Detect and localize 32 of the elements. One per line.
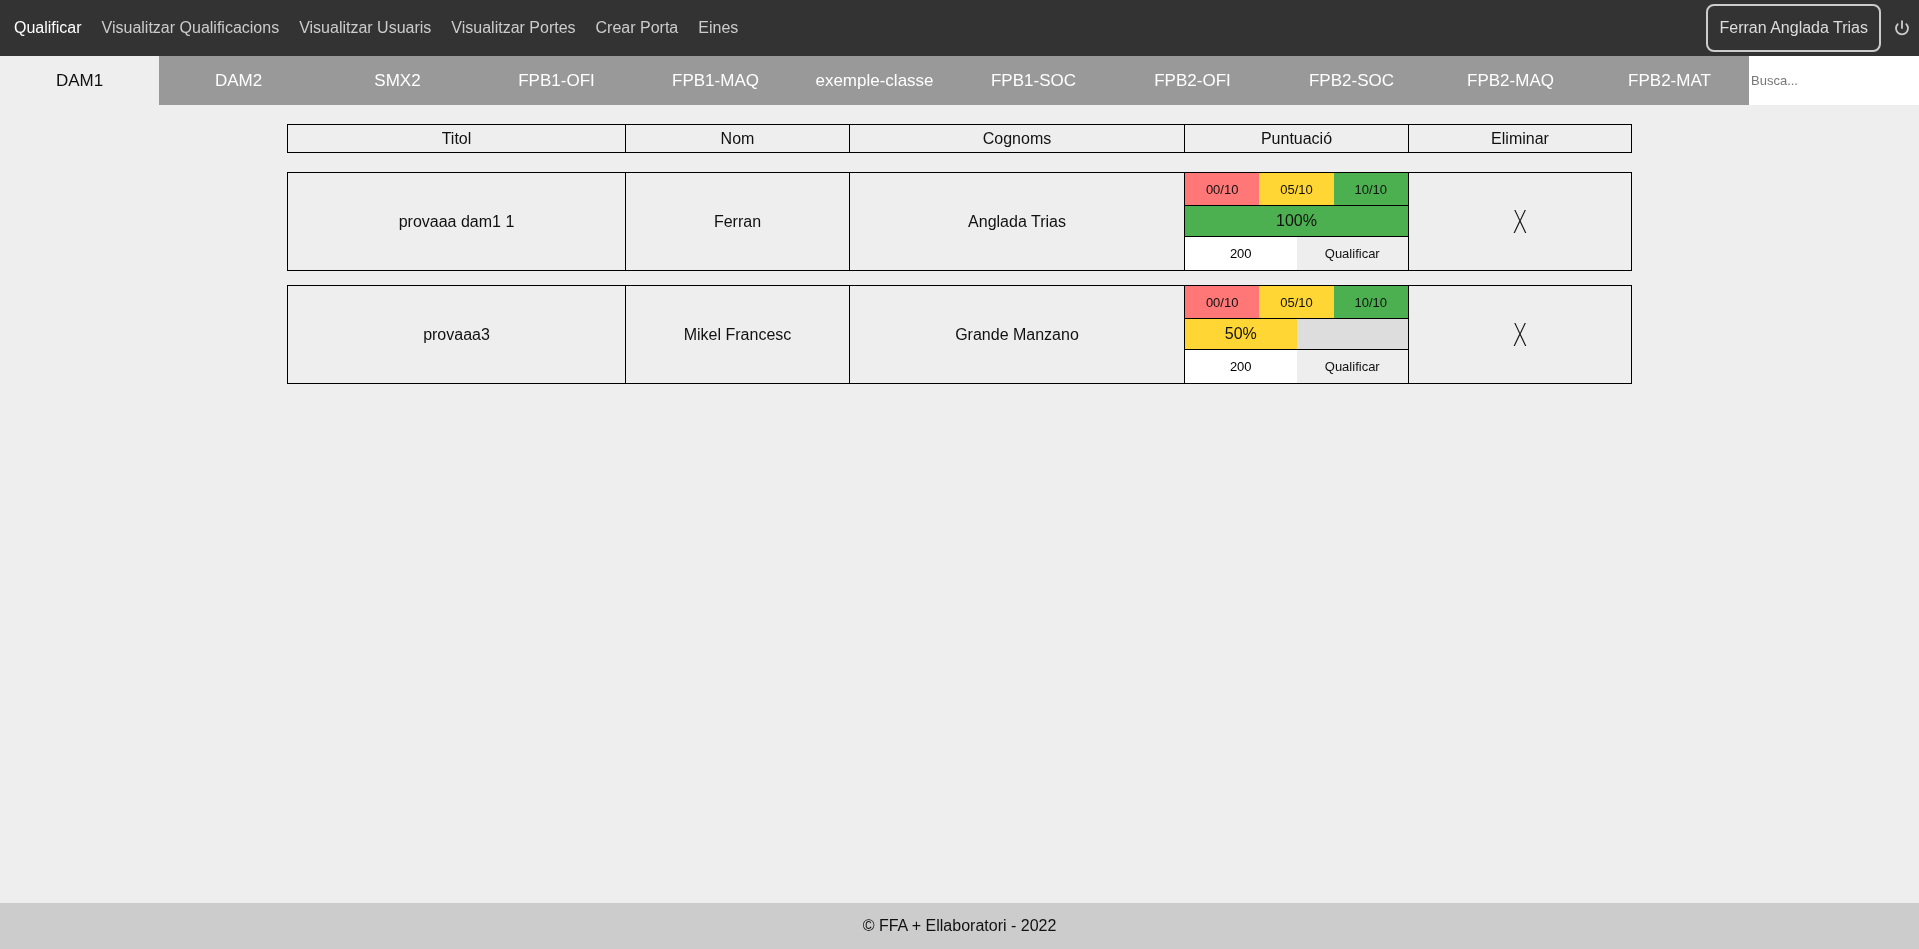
nav-link[interactable]: Eines: [688, 11, 749, 45]
table-cell-text: provaaa dam1 1: [397, 211, 516, 232]
nav-link[interactable]: Qualificar: [4, 11, 92, 45]
nav-link[interactable]: Visualitzar Portes: [441, 11, 586, 45]
grade-button[interactable]: 05/10: [1259, 286, 1334, 318]
column-header: Eliminar: [1408, 125, 1631, 152]
user-button[interactable]: Ferran Anglada Trias: [1706, 4, 1881, 52]
score-field[interactable]: 200: [1185, 350, 1297, 383]
column-header: Puntuació: [1184, 125, 1408, 152]
grade-button[interactable]: 10/10: [1333, 286, 1408, 318]
grade-button[interactable]: 10/10: [1333, 173, 1408, 205]
nav-link[interactable]: Crear Porta: [585, 11, 689, 45]
table-cell-text: provaaa3: [422, 324, 491, 345]
class-tab[interactable]: DAM1: [0, 56, 159, 105]
nav-link[interactable]: Visualitzar Usuaris: [289, 11, 442, 45]
grade-button[interactable]: 00/10: [1185, 173, 1260, 205]
grade-button[interactable]: 00/10: [1185, 286, 1260, 318]
search-field[interactable]: Busca...: [1749, 56, 1919, 105]
table-cell: Anglada Trias: [849, 173, 1184, 270]
nav-link[interactable]: Visualitzar Qualificacions: [91, 11, 290, 45]
column-header: Titol: [440, 128, 473, 149]
progress-fill: 50%: [1185, 319, 1297, 349]
column-header: Cognoms: [849, 125, 1184, 152]
table-cell: Mikel Francesc: [625, 286, 849, 383]
score-field[interactable]: 200: [1185, 237, 1297, 270]
table-cell: Ferran: [625, 173, 849, 270]
footer-text: © FFA + Ellaboratori - 2022: [862, 917, 1057, 935]
progress-fill: 100%: [1185, 206, 1408, 236]
grade-button[interactable]: 05/10: [1259, 173, 1334, 205]
column-header: Nom: [625, 125, 849, 152]
table-cell: Grande Manzano: [849, 286, 1184, 383]
power-icon[interactable]: [1893, 19, 1911, 37]
